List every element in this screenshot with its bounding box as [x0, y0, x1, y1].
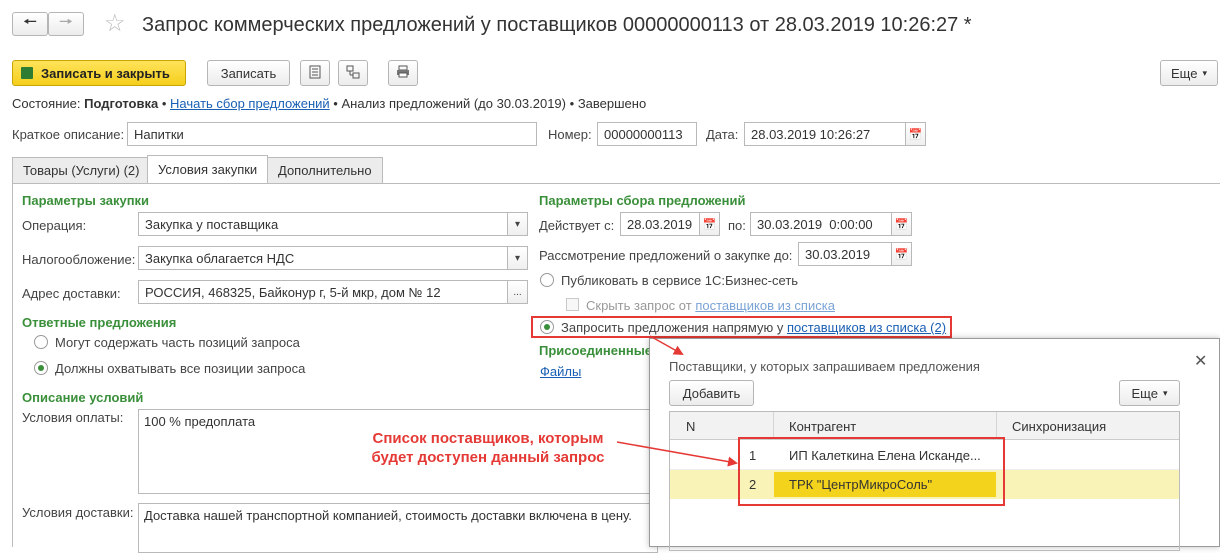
annotation-arrows	[616, 335, 738, 467]
arrow-to-popup	[649, 335, 684, 355]
arrow-to-rows	[616, 441, 738, 467]
